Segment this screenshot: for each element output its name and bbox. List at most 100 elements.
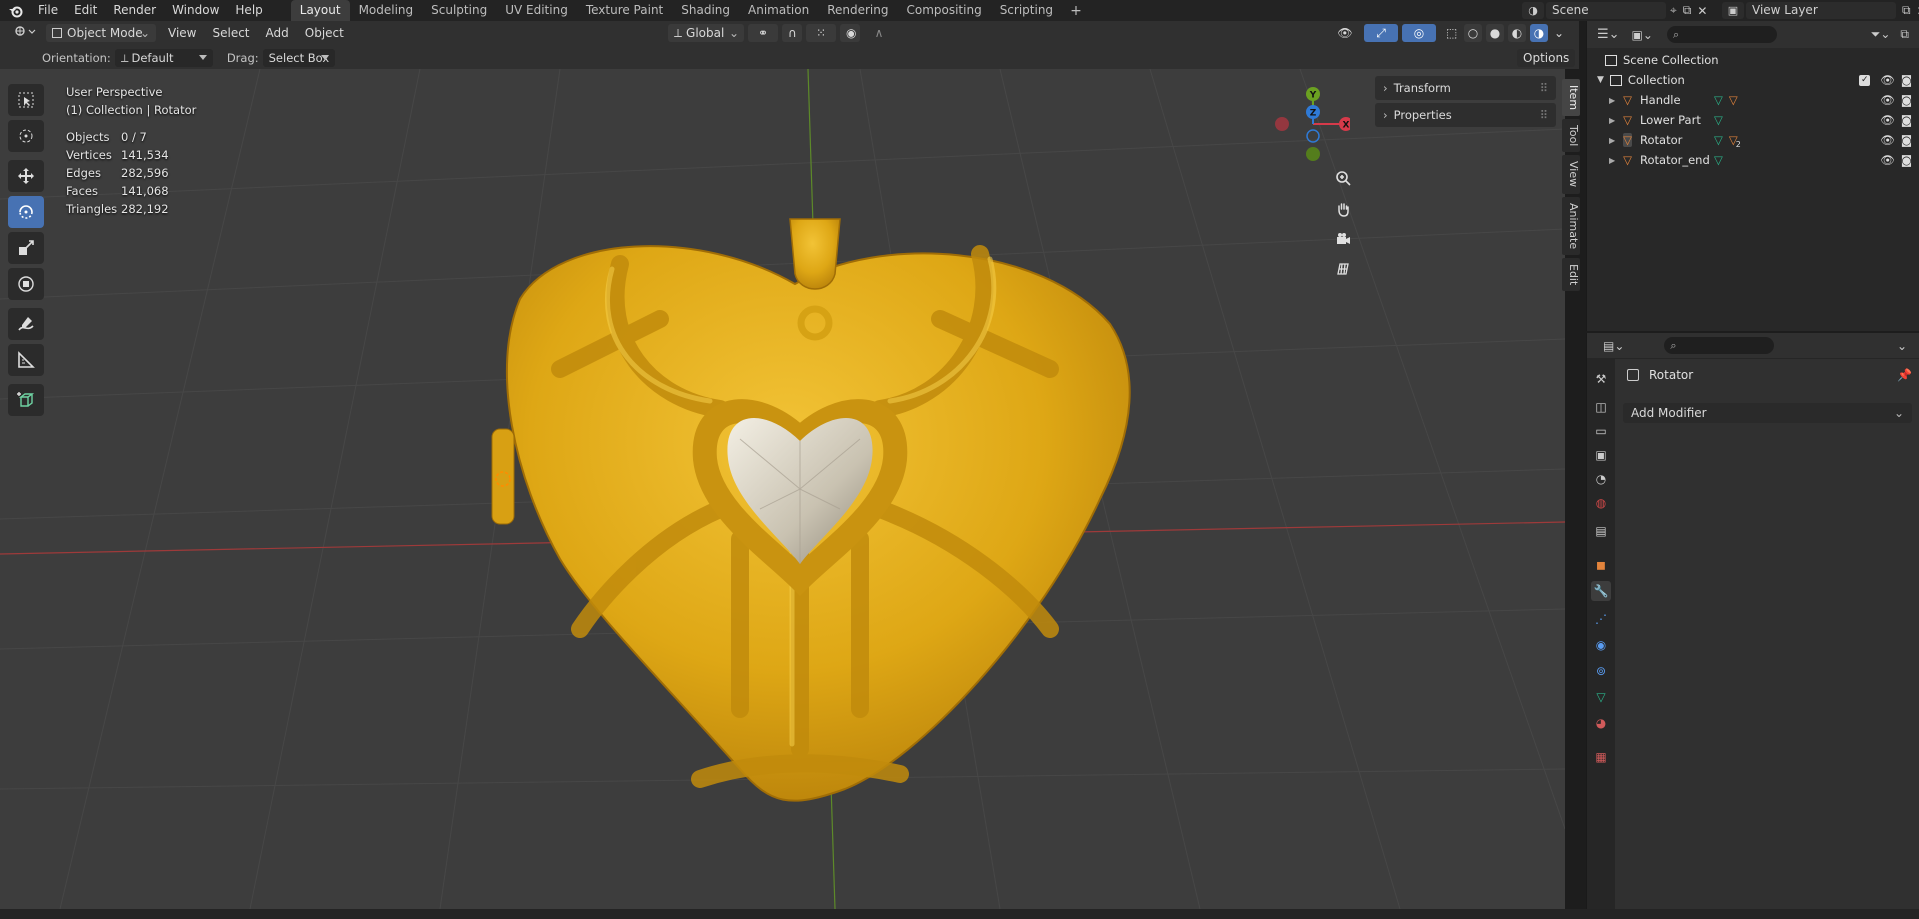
camera-icon[interactable]: ◙ <box>1901 93 1912 107</box>
new-scene-icon[interactable]: ⧉ <box>1683 3 1692 18</box>
move-tool[interactable] <box>8 160 44 192</box>
viewport-menu-view[interactable]: View <box>160 26 204 40</box>
workspace-tab-sculpting[interactable]: Sculpting <box>422 0 496 21</box>
view-layer-name-field[interactable]: View Layer <box>1746 2 1896 19</box>
tab-edit[interactable]: Edit <box>1562 257 1580 291</box>
blender-logo-icon[interactable] <box>8 4 24 18</box>
transform-orientation-dropdown[interactable]: ⟂ Global ⌄ <box>668 24 744 42</box>
workspace-tab-uv-editing[interactable]: UV Editing <box>496 0 577 21</box>
annotate-tool[interactable] <box>8 308 44 340</box>
menu-file[interactable]: File <box>30 0 66 21</box>
shading-material-button[interactable]: ◐ <box>1508 24 1526 42</box>
particles-tab-icon[interactable]: ⋰ <box>1591 609 1611 629</box>
cursor-tool[interactable] <box>8 120 44 152</box>
options-dropdown[interactable]: Options <box>1517 49 1575 67</box>
overlays-toggle-button[interactable]: ◎ <box>1402 24 1436 42</box>
workspace-tab-animation[interactable]: Animation <box>739 0 818 21</box>
scale-tool[interactable] <box>8 232 44 264</box>
eye-icon[interactable]: 👁 <box>1880 93 1895 107</box>
camera-icon[interactable]: ◙ <box>1901 133 1912 147</box>
eye-icon[interactable]: 👁 <box>1880 153 1895 167</box>
outliner-item-rotator[interactable]: ▶ ▽ Rotator ▽ ▽ 2 👁 ◙ <box>1609 130 1912 150</box>
workspace-tab-shading[interactable]: Shading <box>672 0 739 21</box>
new-collection-icon[interactable]: ⧉ <box>1900 27 1909 42</box>
disclosure-triangle-icon[interactable]: ▶ <box>1609 136 1615 145</box>
disclosure-triangle-icon[interactable]: ▶ <box>1609 156 1615 165</box>
shading-wireframe-button[interactable]: ○ <box>1464 24 1482 42</box>
new-view-layer-icon[interactable]: ⧉ <box>1902 3 1911 18</box>
scene-type-icon[interactable]: ◑ <box>1522 2 1544 19</box>
filter-icon[interactable]: ⏷⌄ <box>1871 27 1891 42</box>
world-tab-icon[interactable]: ◍ <box>1591 493 1611 513</box>
render-tab-icon[interactable]: ◫ <box>1591 397 1611 417</box>
proportional-falloff-button[interactable]: ∧ <box>864 24 894 42</box>
texture-tab-icon[interactable]: ▦ <box>1591 747 1611 767</box>
select-box-tool[interactable] <box>8 84 44 116</box>
view-layer-type-icon[interactable]: ▣ <box>1722 2 1744 19</box>
panel-properties[interactable]: › Properties ⠿ <box>1375 103 1556 127</box>
workspace-tab-texture-paint[interactable]: Texture Paint <box>577 0 672 21</box>
object-tab-icon[interactable]: ◼ <box>1591 555 1611 575</box>
tool-tab-icon[interactable]: ⚒ <box>1591 369 1611 389</box>
properties-editor-type-icon[interactable]: ▤⌄ <box>1603 339 1624 353</box>
shading-rendered-button[interactable]: ◑ <box>1530 24 1548 42</box>
delete-scene-icon[interactable]: ✕ <box>1697 4 1707 18</box>
tab-item[interactable]: Item <box>1562 79 1580 117</box>
tab-view[interactable]: View <box>1562 155 1580 194</box>
workspace-tab-rendering[interactable]: Rendering <box>818 0 897 21</box>
view-layer-tab-icon[interactable]: ▣ <box>1591 445 1611 465</box>
menu-window[interactable]: Window <box>164 0 227 21</box>
ortho-grid-icon[interactable] <box>1330 256 1356 282</box>
shading-options-button[interactable]: ⌄ <box>1552 24 1566 42</box>
menu-help[interactable]: Help <box>227 0 270 21</box>
navigation-gizmo[interactable]: Y Z X <box>1270 84 1353 164</box>
shading-solid-button[interactable]: ● <box>1486 24 1504 42</box>
constraints-tab-icon[interactable]: ⊚ <box>1591 661 1611 681</box>
outliner-search-input[interactable]: ⌕ <box>1666 26 1777 43</box>
modifier-tab-icon[interactable]: 🔧 <box>1591 581 1611 601</box>
collection-tab-icon[interactable]: ▤ <box>1591 521 1611 541</box>
add-cube-tool[interactable] <box>8 384 44 416</box>
viewport-scene[interactable] <box>0 69 1565 909</box>
drag-handle-icon[interactable]: ⠿ <box>1540 108 1548 122</box>
outliner-scene-collection[interactable]: Scene Collection <box>1605 50 1719 70</box>
workspace-tab-compositing[interactable]: Compositing <box>897 0 990 21</box>
outliner-item-lower-part[interactable]: ▶ ▽ Lower Part ▽ 👁 ◙ <box>1609 110 1912 130</box>
zoom-icon[interactable] <box>1330 165 1356 191</box>
output-tab-icon[interactable]: ▭ <box>1591 421 1611 441</box>
camera-icon[interactable]: ◙ <box>1901 153 1912 167</box>
exclude-checkbox[interactable]: ✓ <box>1859 74 1871 86</box>
snap-toggle-button[interactable]: ∩ <box>782 24 802 42</box>
drag-handle-icon[interactable]: ⠿ <box>1540 81 1548 95</box>
viewport-menu-object[interactable]: Object <box>297 26 352 40</box>
pin-icon[interactable]: ⌖ <box>1670 3 1677 18</box>
proportional-editing-button[interactable]: ◉ <box>840 24 860 42</box>
pin-icon[interactable]: 📌 <box>1897 368 1912 382</box>
tab-tool[interactable]: Tool <box>1562 119 1580 153</box>
menu-render[interactable]: Render <box>105 0 164 21</box>
outliner-collection[interactable]: ▼ Collection ✓ 👁 ◙ <box>1597 70 1912 90</box>
workspace-tab-layout[interactable]: Layout <box>290 0 350 21</box>
data-tab-icon[interactable]: ▽ <box>1591 687 1611 707</box>
pivot-point-button[interactable]: ⚭ <box>748 24 778 42</box>
gizmo-toggle-button[interactable]: ⤢ <box>1364 24 1398 42</box>
material-tab-icon[interactable]: ◕ <box>1591 713 1611 733</box>
snap-target-button[interactable]: ⁙ <box>806 24 836 42</box>
measure-tool[interactable] <box>8 344 44 376</box>
eye-icon[interactable]: 👁 <box>1880 73 1895 87</box>
camera-icon[interactable]: ◙ <box>1901 73 1912 87</box>
transform-tool[interactable] <box>8 268 44 300</box>
camera-icon[interactable]: ◙ <box>1901 113 1912 127</box>
tab-animate[interactable]: Animate <box>1562 196 1580 255</box>
properties-search-input[interactable]: ⌕ <box>1664 337 1775 354</box>
scene-name-field[interactable]: Scene <box>1546 2 1666 19</box>
add-workspace-icon[interactable]: + <box>1062 3 1090 19</box>
outliner-item-rotator-end[interactable]: ▶ ▽ Rotator_end ▽ 👁 ◙ <box>1609 150 1912 170</box>
eye-icon[interactable]: 👁 <box>1880 113 1895 127</box>
workspace-tab-modeling[interactable]: Modeling <box>350 0 423 21</box>
scene-tab-icon[interactable]: ◔ <box>1591 469 1611 489</box>
3d-viewport[interactable] <box>0 69 1565 909</box>
chevron-down-icon[interactable]: ⌄ <box>1897 339 1907 353</box>
eye-icon[interactable]: 👁 <box>1880 133 1895 147</box>
pan-hand-icon[interactable] <box>1330 196 1356 222</box>
